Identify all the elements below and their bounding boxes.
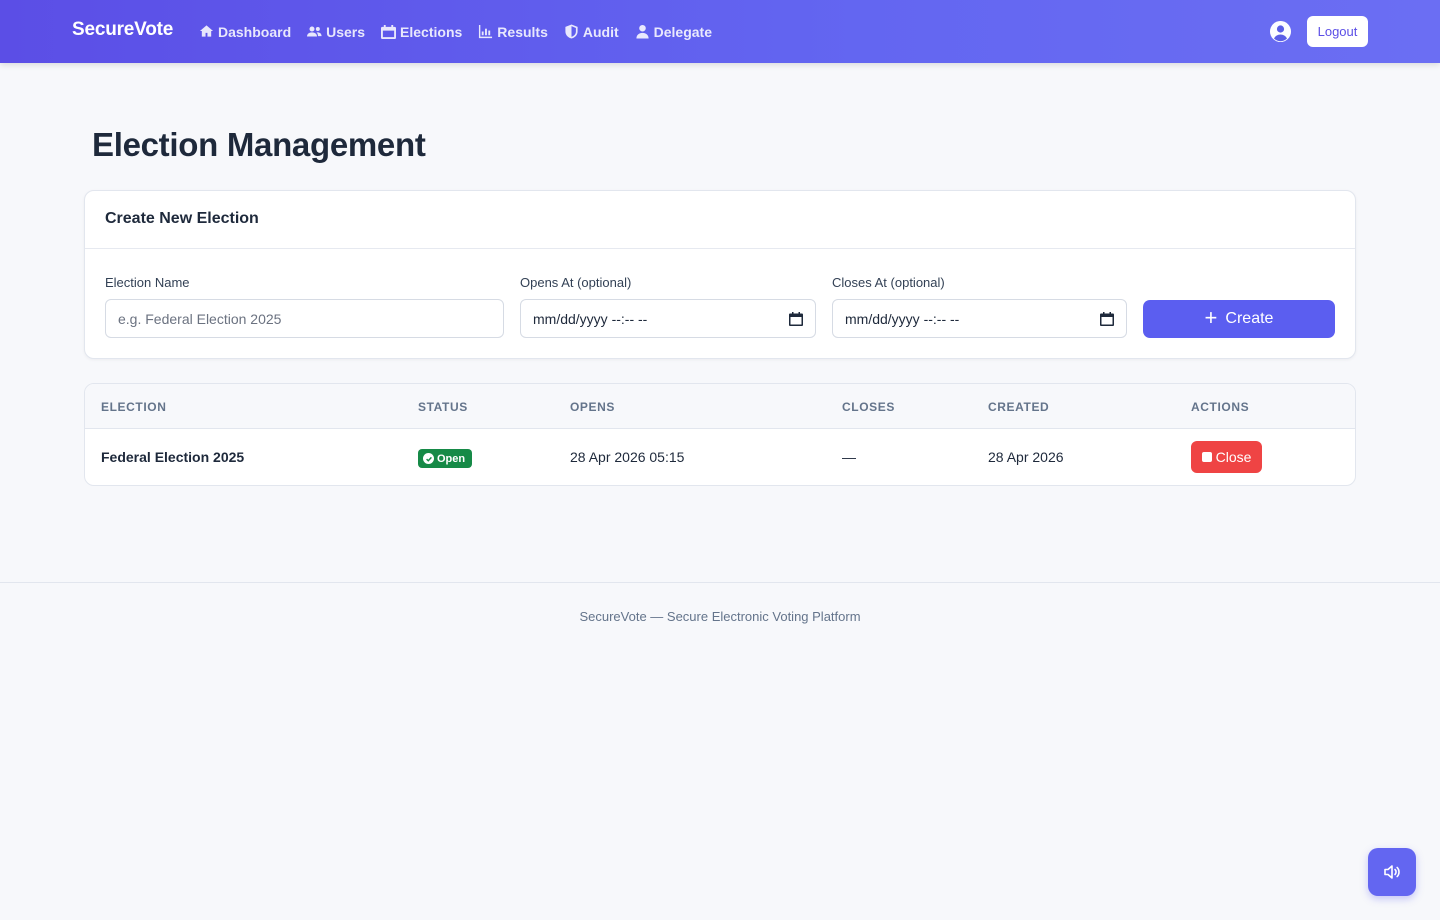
nav-item-label: Dashboard [218, 23, 292, 40]
chart-icon [479, 24, 493, 39]
nav-item-delegate[interactable]: Delegate [635, 24, 712, 40]
create-election-card: Create New Election Election Name Opens … [84, 190, 1356, 359]
column-header-actions: ACTIONS [1191, 400, 1250, 414]
footer-divider [0, 582, 1440, 583]
brand-logo[interactable]: SecureVote [72, 19, 173, 41]
user-icon [636, 24, 649, 39]
shield-icon [565, 24, 578, 39]
page-title: Election Management [92, 126, 426, 163]
home-icon [199, 25, 214, 37]
create-button-label: Create [1225, 310, 1274, 327]
opens-at-value: mm/dd/yyyy --:-- -- [533, 310, 648, 327]
nav-item-elections[interactable]: Elections [381, 24, 462, 40]
elections-table: ELECTION STATUS OPENS CLOSES CREATED ACT… [84, 383, 1356, 486]
election-name-label: Election Name [105, 275, 190, 290]
users-icon [307, 26, 322, 37]
footer-text: SecureVote — Secure Electronic Voting Pl… [579, 609, 861, 624]
calendar-picker-icon[interactable] [1100, 311, 1114, 326]
card-title: Create New Election [85, 191, 1355, 249]
column-header-closes: CLOSES [842, 400, 895, 414]
main-nav: Dashboard Users Elections Results Audit … [199, 0, 712, 63]
check-circle-icon [423, 453, 434, 464]
table-header: ELECTION STATUS OPENS CLOSES CREATED ACT… [85, 384, 1355, 429]
nav-item-audit[interactable]: Audit [564, 24, 619, 40]
opens-at-label: Opens At (optional) [520, 275, 632, 290]
create-button[interactable]: + Create [1143, 300, 1335, 338]
closes-at-value: mm/dd/yyyy --:-- -- [845, 310, 960, 327]
closes-at-label: Closes At (optional) [832, 275, 945, 290]
column-header-election: ELECTION [101, 400, 167, 414]
nav-item-dashboard[interactable]: Dashboard [199, 24, 291, 40]
opens-at-input[interactable]: mm/dd/yyyy --:-- -- [520, 299, 816, 338]
nav-item-label: Users [326, 23, 366, 40]
closes-at-input[interactable]: mm/dd/yyyy --:-- -- [832, 299, 1127, 338]
created-cell: 28 Apr 2026 [988, 449, 1064, 465]
nav-item-label: Audit [582, 23, 619, 40]
status-badge: Open [418, 449, 473, 468]
stop-icon [1201, 452, 1212, 462]
close-button-label: Close [1215, 449, 1252, 465]
nav-item-label: Delegate [653, 23, 712, 40]
nav-item-label: Results [497, 23, 548, 40]
close-election-button[interactable]: Close [1191, 441, 1262, 473]
column-header-created: CREATED [988, 400, 1050, 414]
closes-cell: — [842, 449, 856, 465]
column-header-status: STATUS [418, 400, 468, 414]
column-header-opens: OPENS [570, 400, 616, 414]
election-name-input[interactable] [105, 299, 504, 338]
logout-button[interactable]: Logout [1307, 16, 1368, 47]
calendar-icon [381, 24, 397, 39]
plus-icon: + [1204, 305, 1218, 330]
nav-item-results[interactable]: Results [478, 24, 548, 40]
election-name-cell: Federal Election 2025 [101, 449, 245, 465]
account-avatar-icon[interactable] [1270, 21, 1291, 42]
top-navbar: SecureVote Dashboard Users Elections Res… [0, 0, 1440, 63]
speaker-icon [1384, 865, 1400, 879]
opens-cell: 28 Apr 2026 05:15 [570, 449, 685, 465]
nav-item-label: Elections [400, 23, 463, 40]
text-to-speech-button[interactable] [1368, 848, 1416, 896]
calendar-picker-icon[interactable] [789, 311, 803, 326]
nav-item-users[interactable]: Users [307, 24, 365, 40]
status-label: Open [437, 452, 466, 465]
